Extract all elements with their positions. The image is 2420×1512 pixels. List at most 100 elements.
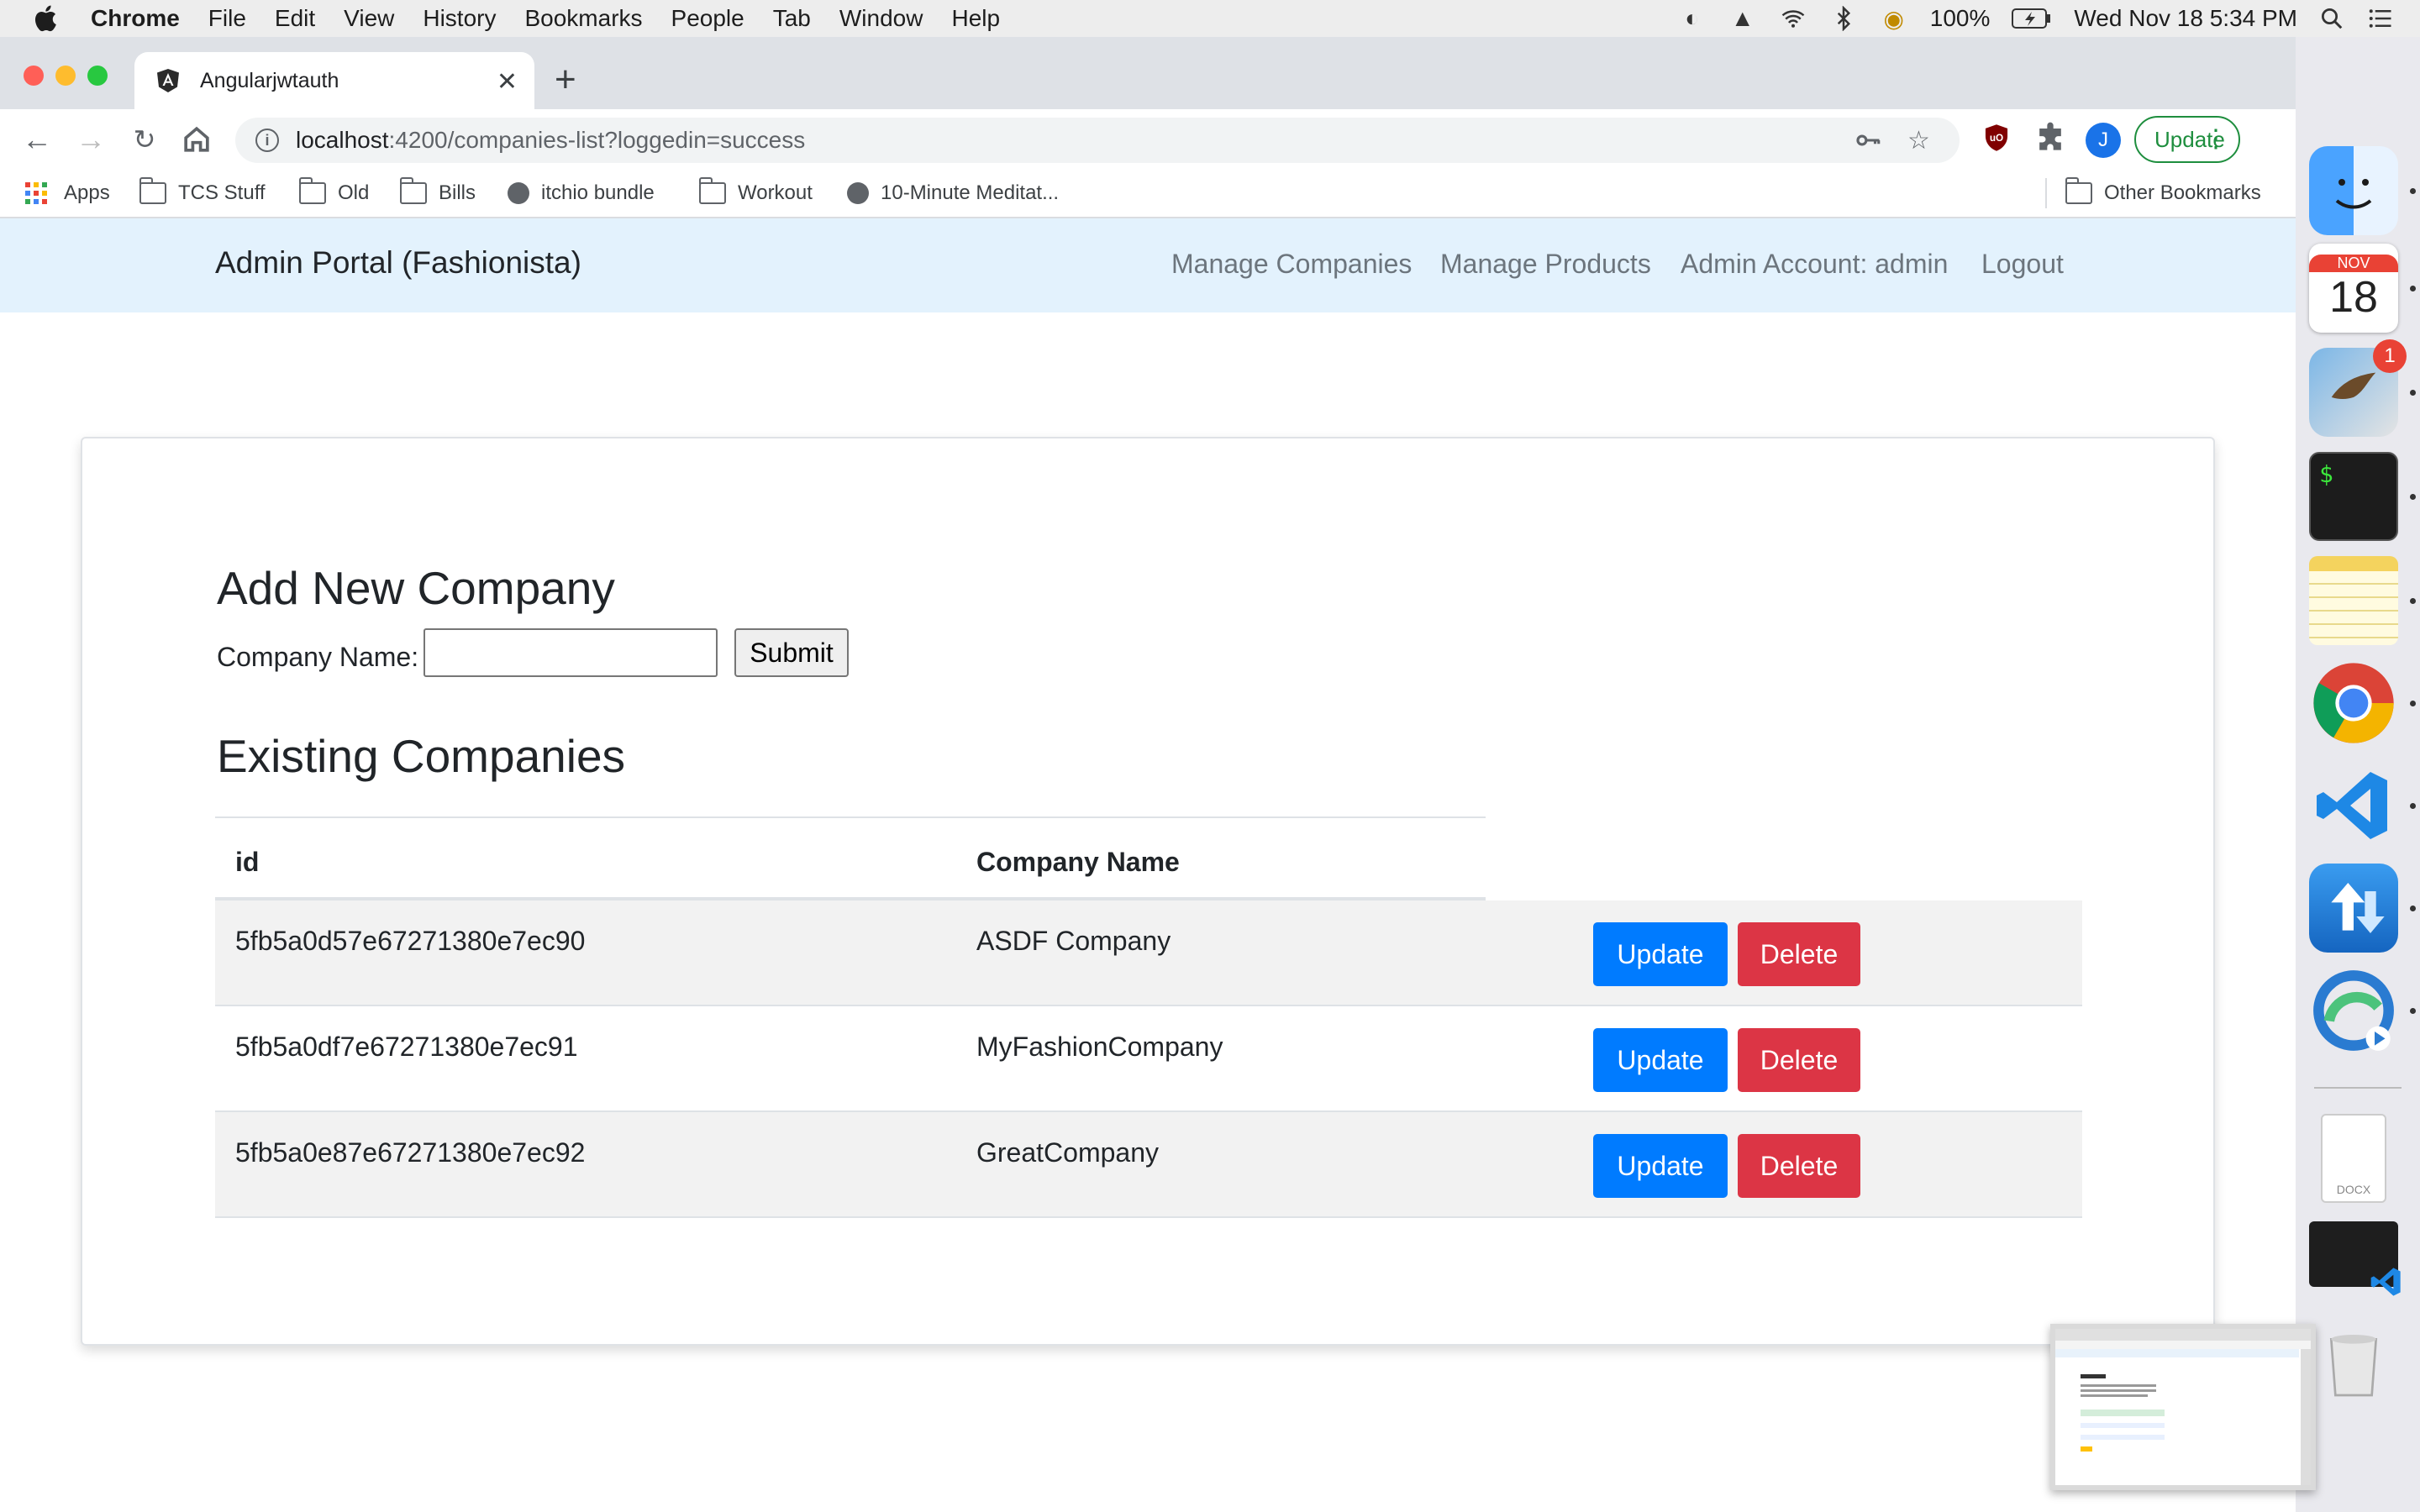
apple-logo-icon[interactable]	[32, 3, 62, 34]
extensions-puzzle-icon[interactable]	[2032, 119, 2069, 156]
chrome-window: Angularjwtauth ✕ + ← → ↻ i localhost:420…	[0, 37, 2296, 1512]
navbar-brand[interactable]: Admin Portal (Fashionista)	[215, 245, 581, 281]
finder-icon[interactable]	[2309, 146, 2398, 235]
back-arrow-icon[interactable]: ←	[18, 121, 55, 158]
globe-icon	[847, 182, 869, 204]
bookmark-itchio[interactable]: itchio bundle	[508, 181, 655, 205]
bookmark-meditation[interactable]: 10-Minute Meditat...	[847, 181, 1059, 205]
bookmark-star-icon[interactable]: ☆	[1907, 126, 1930, 155]
company-id-cell: 5fb5a0df7e67271380e7ec91	[235, 1032, 578, 1062]
battery-percent: 100%	[1929, 5, 1991, 31]
more-menu-icon[interactable]: ⋮	[2203, 124, 2228, 154]
nav-manage-companies[interactable]: Manage Companies	[1171, 249, 1412, 280]
zoom-window-button[interactable]	[87, 66, 108, 86]
vpn-icon[interactable]: ◉	[1880, 6, 1908, 32]
mac-menu-bar: Chrome File Edit View History Bookmarks …	[0, 0, 2420, 37]
bookmark-other[interactable]: Other Bookmarks	[2065, 177, 2261, 205]
minimize-window-button[interactable]	[55, 66, 76, 86]
bookmark-old-label: Old	[338, 181, 370, 204]
update-button[interactable]: Update	[1593, 922, 1728, 986]
notification-center-icon[interactable]	[2366, 6, 2395, 31]
calendar-day: 18	[2329, 272, 2378, 322]
do-not-disturb-icon[interactable]: ◐	[1678, 5, 1707, 31]
chrome-icon[interactable]	[2309, 659, 2398, 748]
company-name-cell: GreatCompany	[976, 1137, 1159, 1168]
company-id-cell: 5fb5a0e87e67271380e7ec92	[235, 1137, 586, 1168]
company-name-label: Company Name:	[217, 642, 419, 672]
running-indicator	[2410, 286, 2416, 291]
clock[interactable]: Wed Nov 18 5:34 PM	[2074, 5, 2297, 32]
address-bar[interactable]: i localhost:4200/companies-list?loggedin…	[235, 118, 1960, 163]
delete-button[interactable]: Delete	[1738, 1028, 1860, 1092]
bookmark-tcs-stuff[interactable]: TCS Stuff	[139, 177, 266, 205]
company-id-cell: 5fb5a0d57e67271380e7ec90	[235, 926, 586, 956]
menu-help[interactable]: Help	[951, 5, 1000, 32]
menu-app-name[interactable]: Chrome	[91, 5, 180, 32]
bookmark-old[interactable]: Old	[299, 177, 370, 205]
bookmark-bills-label: Bills	[439, 181, 476, 204]
menu-window[interactable]: Window	[839, 5, 923, 32]
delete-button[interactable]: Delete	[1738, 922, 1860, 986]
home-icon[interactable]	[178, 121, 215, 158]
docx-document-icon[interactable]: DOCX	[2321, 1114, 2386, 1203]
delete-button[interactable]: Delete	[1738, 1134, 1860, 1198]
forward-arrow-icon[interactable]: →	[72, 121, 109, 158]
nav-admin-account[interactable]: Admin Account: admin	[1681, 249, 1948, 280]
bookmark-workout[interactable]: Workout	[699, 177, 813, 205]
company-name-input[interactable]	[424, 628, 718, 677]
bookmark-workout-label: Workout	[738, 181, 813, 204]
bluetooth-icon[interactable]	[1829, 6, 1858, 31]
folder-icon	[139, 177, 166, 204]
menu-bookmarks[interactable]: Bookmarks	[524, 5, 642, 32]
battery-icon[interactable]	[2012, 8, 2052, 29]
company-name-cell: ASDF Company	[976, 926, 1171, 956]
trash-icon[interactable]	[2309, 1317, 2398, 1406]
table-row: 5fb5a0d57e67271380e7ec90 ASDF Company Up…	[215, 900, 2082, 1006]
menu-tab[interactable]: Tab	[773, 5, 811, 32]
notes-icon[interactable]	[2309, 556, 2398, 645]
close-window-button[interactable]	[24, 66, 44, 86]
menu-history[interactable]: History	[423, 5, 496, 32]
reload-icon[interactable]: ↻	[126, 121, 163, 158]
menubar-status-area: ◐ ▲ ◉ 100% Wed Nov 18 5:34 PM	[1678, 0, 2395, 37]
add-company-heading: Add New Company	[217, 562, 615, 614]
nav-logout[interactable]: Logout	[1981, 249, 2064, 280]
key-icon[interactable]	[1854, 126, 1882, 155]
menu-file[interactable]: File	[208, 5, 246, 32]
spotlight-search-icon[interactable]	[2319, 6, 2344, 31]
site-info-icon[interactable]: i	[255, 129, 279, 152]
menu-people[interactable]: People	[671, 5, 744, 32]
login-page-thumbnail[interactable]	[2050, 1324, 2316, 1490]
browser-tab-active[interactable]: Angularjwtauth ✕	[134, 52, 534, 109]
menu-view[interactable]: View	[344, 5, 394, 32]
running-indicator	[2410, 598, 2416, 604]
tab-title: Angularjwtauth	[200, 68, 339, 92]
chrome-update-button[interactable]: Update ⋮	[2134, 116, 2240, 163]
table-row: 5fb5a0df7e67271380e7ec91 MyFashionCompan…	[215, 1006, 2082, 1112]
hat-icon[interactable]: ▲	[1728, 5, 1757, 31]
ublock-origin-icon[interactable]: uO	[1978, 119, 2015, 156]
angular-favicon-icon	[157, 69, 179, 92]
close-tab-icon[interactable]: ✕	[497, 67, 518, 97]
bookmark-meditation-label: 10-Minute Meditat...	[881, 181, 1060, 204]
new-tab-icon[interactable]: +	[555, 59, 576, 101]
vscode-window-thumbnail-icon[interactable]	[2309, 1221, 2401, 1296]
menu-edit[interactable]: Edit	[275, 5, 315, 32]
update-button[interactable]: Update	[1593, 1134, 1728, 1198]
nav-manage-products[interactable]: Manage Products	[1440, 249, 1651, 280]
companies-table: id Company Name 5fb5a0d57e67271380e7ec90…	[215, 816, 2082, 1218]
bookmark-apps[interactable]: Apps	[25, 181, 110, 205]
transmit-upload-icon[interactable]	[2309, 864, 2398, 953]
calendar-icon[interactable]: NOV 18	[2309, 244, 2398, 333]
vscode-icon[interactable]	[2309, 761, 2398, 850]
wifi-icon[interactable]	[1779, 6, 1807, 31]
profile-avatar[interactable]: J	[2086, 123, 2121, 158]
submit-button[interactable]: Submit	[734, 628, 849, 677]
screencast-icon[interactable]	[2309, 966, 2398, 1055]
column-header-company-name: Company Name	[976, 847, 1180, 877]
terminal-icon[interactable]: $	[2309, 452, 2398, 541]
bookmark-bills[interactable]: Bills	[400, 177, 476, 205]
bookmark-itchio-label: itchio bundle	[541, 181, 655, 204]
update-button[interactable]: Update	[1593, 1028, 1728, 1092]
folder-icon	[699, 177, 726, 204]
